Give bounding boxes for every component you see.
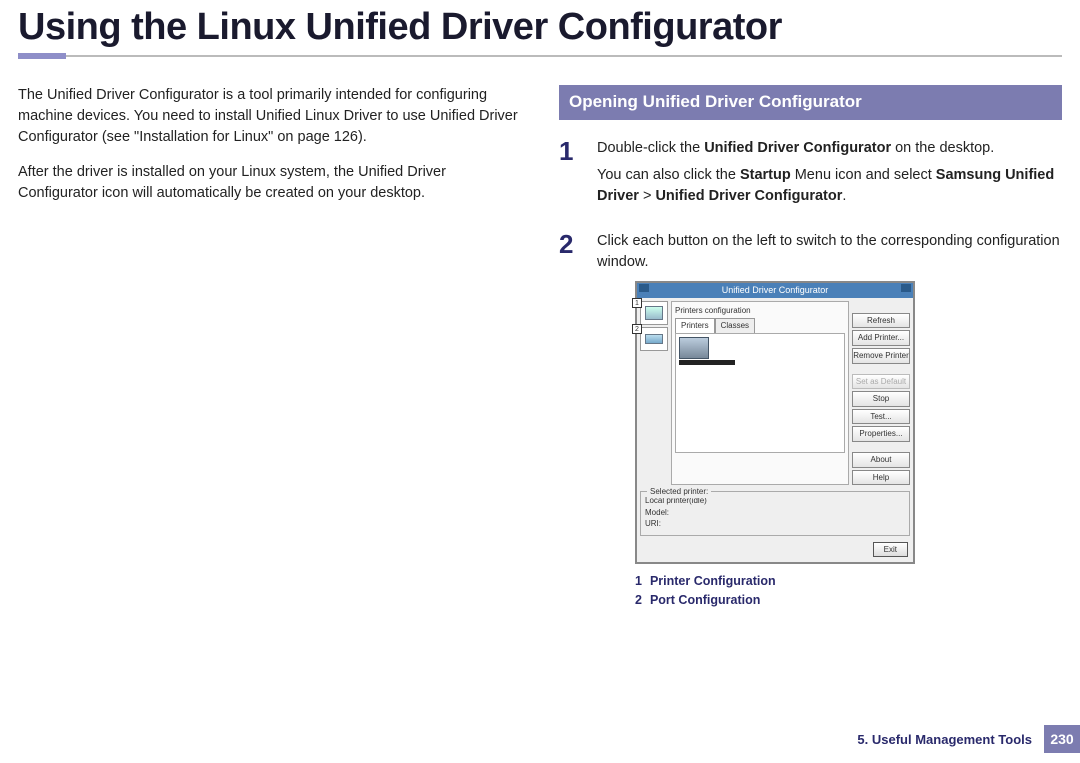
tab-printers[interactable]: Printers (675, 318, 715, 334)
intro-paragraph-1: The Unified Driver Configurator is a too… (18, 85, 521, 148)
step-number: 1 (559, 138, 581, 213)
legend-num: 1 (635, 572, 642, 590)
step1b-gt: > (639, 188, 656, 204)
title-underline (18, 55, 1062, 61)
chapter-label: 5. Useful Management Tools (857, 732, 1032, 747)
set-default-button[interactable]: Set as Default (852, 374, 910, 390)
close-icon (901, 284, 911, 292)
callout-legend: 1 Printer Configuration 2 Port Configurati… (635, 572, 1062, 608)
step1b-b1: Startup (740, 167, 791, 183)
app-main-panel: Printers configuration Printers Classes (671, 301, 849, 485)
printer-config-button[interactable]: 1 (640, 301, 668, 325)
app-left-toolbar: 1 2 (640, 301, 668, 485)
legend-label: Port Configuration (650, 591, 760, 609)
callout-2: 2 (632, 324, 642, 334)
action-button-column: Refresh Add Printer... Remove Printer Se… (852, 301, 910, 485)
left-column: The Unified Driver Configurator is a too… (18, 85, 521, 627)
step1-text: Double-click the (597, 140, 704, 156)
step1-bold: Unified Driver Configurator (704, 140, 891, 156)
help-button[interactable]: Help (852, 470, 910, 486)
section-heading: Opening Unified Driver Configurator (559, 85, 1062, 120)
page-footer: 5. Useful Management Tools 230 (857, 725, 1080, 753)
printer-device-icon (679, 337, 709, 359)
step1-text-post: on the desktop. (891, 140, 994, 156)
right-column: Opening Unified Driver Configurator 1 Do… (559, 85, 1062, 627)
exit-button[interactable]: Exit (873, 542, 908, 558)
step1b-post: . (842, 188, 846, 204)
app-title: Unified Driver Configurator (722, 285, 829, 295)
page-number: 230 (1044, 725, 1080, 753)
step-number: 2 (559, 231, 581, 609)
scanner-icon (645, 334, 663, 344)
port-config-button[interactable]: 2 (640, 327, 668, 351)
intro-paragraph-2: After the driver is installed on your Li… (18, 162, 521, 204)
tab-classes[interactable]: Classes (715, 318, 755, 334)
properties-button[interactable]: Properties... (852, 426, 910, 442)
app-window: Unified Driver Configurator 1 2 (635, 281, 915, 565)
window-menu-icon (639, 284, 649, 292)
remove-printer-button[interactable]: Remove Printer (852, 348, 910, 364)
step2-text: Click each button on the left to switch … (597, 231, 1062, 273)
printer-icon (645, 306, 663, 320)
legend-num: 2 (635, 591, 642, 609)
printer-list[interactable] (675, 333, 845, 453)
panel-label: Printers configuration (675, 305, 845, 317)
step-2: 2 Click each button on the left to switc… (559, 231, 1062, 609)
app-screenshot: Unified Driver Configurator 1 2 (635, 281, 1062, 565)
selected-line2: Model: (645, 507, 905, 519)
step1b-pre: You can also click the (597, 167, 740, 183)
stop-button[interactable]: Stop (852, 391, 910, 407)
selected-legend: Selected printer: (647, 486, 711, 498)
refresh-button[interactable]: Refresh (852, 313, 910, 329)
app-titlebar: Unified Driver Configurator (637, 283, 913, 298)
about-button[interactable]: About (852, 452, 910, 468)
step1b-mid: Menu icon and select (791, 167, 936, 183)
test-button[interactable]: Test... (852, 409, 910, 425)
selected-line3: URI: (645, 518, 905, 530)
selected-printer-row (679, 360, 735, 365)
add-printer-button[interactable]: Add Printer... (852, 330, 910, 346)
callout-1: 1 (632, 298, 642, 308)
page-title: Using the Linux Unified Driver Configura… (0, 0, 1080, 49)
step-1: 1 Double-click the Unified Driver Config… (559, 138, 1062, 213)
legend-label: Printer Configuration (650, 572, 776, 590)
step1b-b3: Unified Driver Configurator (655, 188, 842, 204)
selected-printer-group: Selected printer: Local printer(idle) Mo… (640, 491, 910, 536)
